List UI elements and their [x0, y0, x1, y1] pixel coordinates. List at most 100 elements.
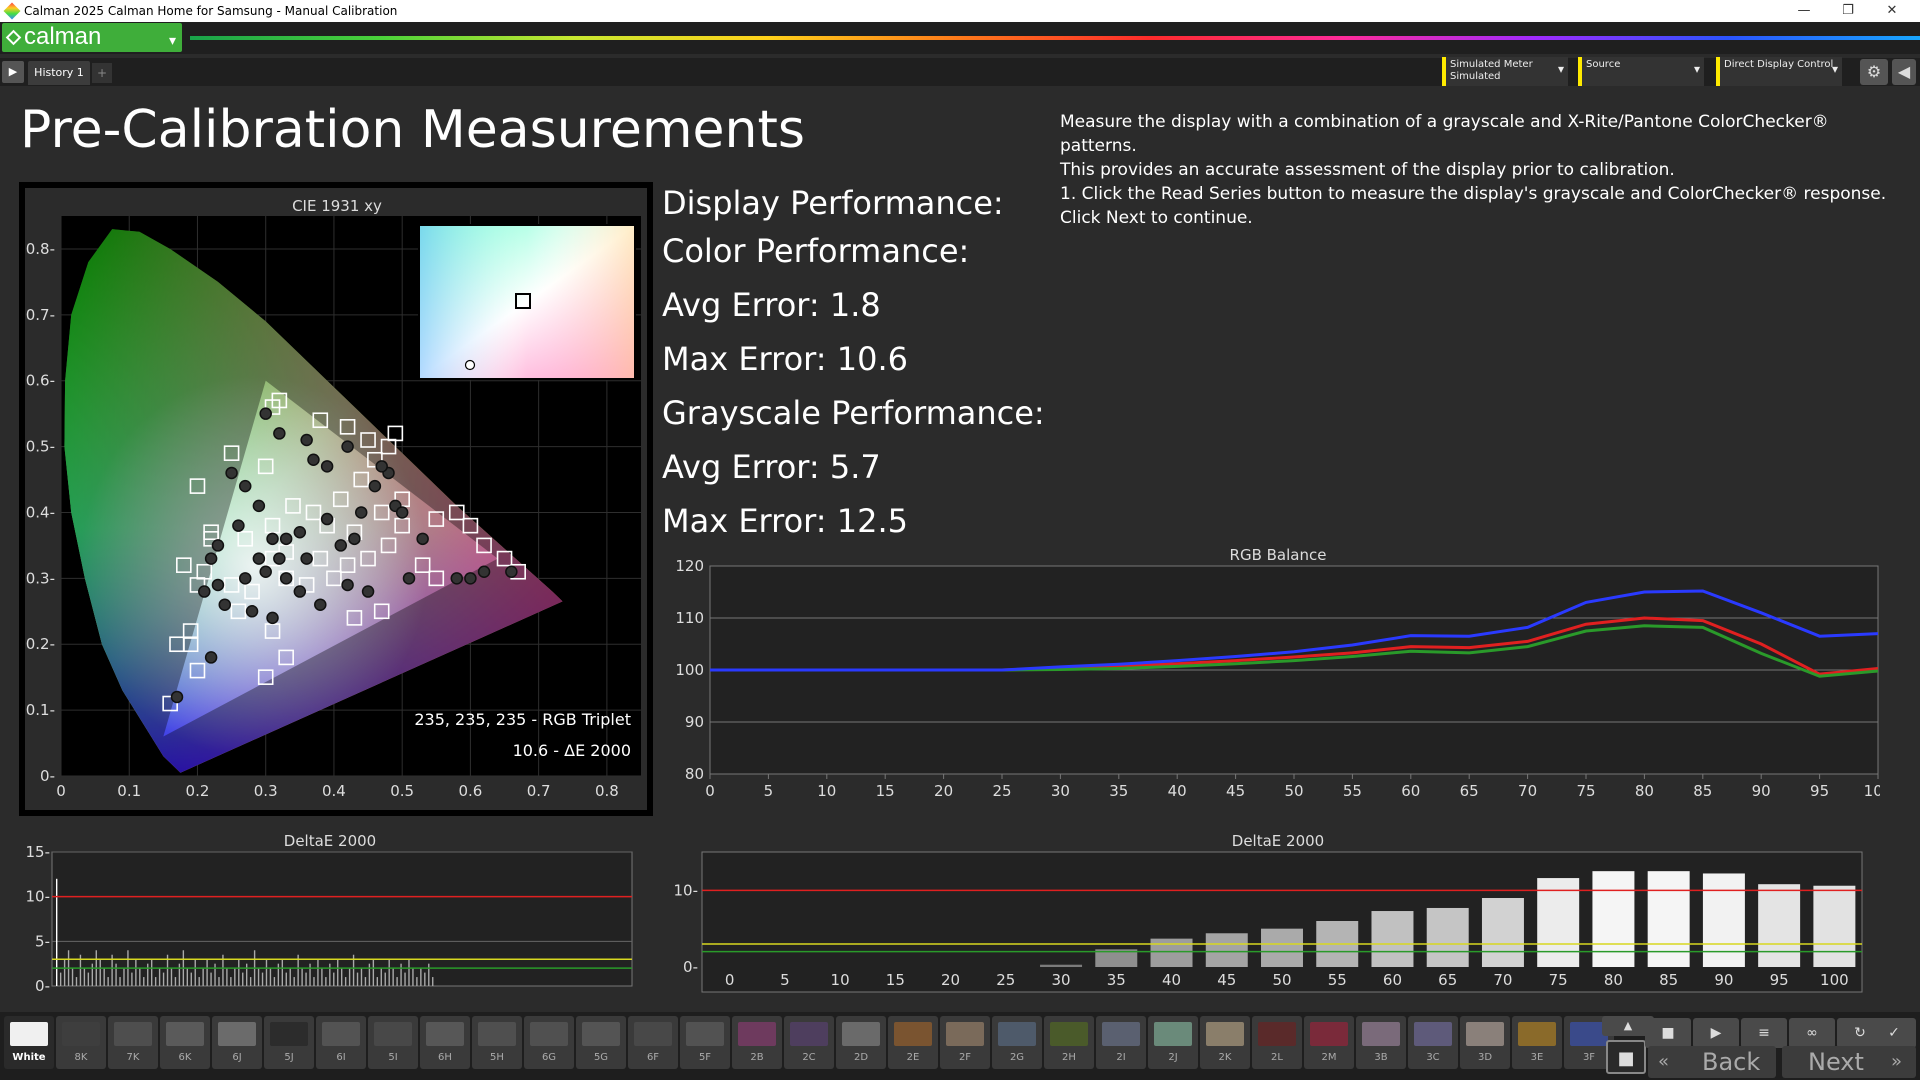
color-deltae-bar	[432, 977, 434, 986]
meter-value: Simulated	[1450, 71, 1501, 82]
swatch-chip	[166, 1022, 204, 1046]
display-control-dropdown[interactable]: Direct Display Control ▾	[1716, 57, 1842, 86]
cie-measured-marker	[245, 605, 259, 618]
swatch-3d[interactable]: 3D	[1460, 1016, 1510, 1069]
cie-y-tick: 0.1-	[26, 701, 55, 719]
swatch-5g[interactable]: 5G	[576, 1016, 626, 1069]
color-deltae-bar	[249, 977, 252, 986]
swatch-2d[interactable]: 2D	[836, 1016, 886, 1069]
color-deltae-bar	[376, 977, 379, 986]
swatch-6i[interactable]: 6I	[316, 1016, 366, 1069]
swatch-label: 6K	[178, 1052, 192, 1063]
gear-icon[interactable]: ⚙	[1860, 59, 1888, 85]
color-deltae-bar	[178, 963, 181, 986]
swatch-7k[interactable]: 7K	[108, 1016, 158, 1069]
continuous-read-icon[interactable]: ∞	[1789, 1018, 1835, 1048]
gray-deltae-x-tick: 20	[941, 971, 960, 989]
gray-deltae-bar	[1481, 898, 1524, 967]
swatch-3c[interactable]: 3C	[1408, 1016, 1458, 1069]
swatch-2c[interactable]: 2C	[784, 1016, 834, 1069]
swatch-2f[interactable]: 2F	[940, 1016, 990, 1069]
swatch-2m[interactable]: 2M	[1304, 1016, 1354, 1069]
check-icon[interactable]: ✓	[1872, 1018, 1916, 1048]
add-tab-button[interactable]: +	[92, 63, 112, 83]
next-label: Next	[1808, 1048, 1864, 1076]
swatch-label: 2K	[1218, 1052, 1232, 1063]
tab-history[interactable]: History 1	[28, 61, 90, 85]
swatch-label: 6H	[438, 1052, 452, 1063]
minimize-icon[interactable]: —	[1784, 0, 1824, 22]
color-deltae-bar	[103, 968, 105, 986]
back-button[interactable]: « Back	[1648, 1046, 1776, 1078]
read-series-icon[interactable]: ≡	[1741, 1018, 1787, 1048]
swatch-2k[interactable]: 2K	[1200, 1016, 1250, 1069]
swatch-label: 6J	[232, 1052, 242, 1063]
gray-deltae-x-tick: 90	[1714, 971, 1733, 989]
rgb-x-tick: 25	[992, 782, 1011, 800]
swatch-2e[interactable]: 2E	[888, 1016, 938, 1069]
cie-measured-marker	[293, 525, 307, 539]
swatch-3e[interactable]: 3E	[1512, 1016, 1562, 1069]
next-button[interactable]: Next »	[1782, 1046, 1916, 1078]
calman-menu-button[interactable]: calman ▾	[2, 23, 182, 52]
rgb-x-tick: 35	[1109, 782, 1128, 800]
swatch-chip	[114, 1022, 152, 1046]
rgb-y-tick: 80	[685, 765, 704, 783]
swatch-5f[interactable]: 5F	[680, 1016, 730, 1069]
swatch-white[interactable]: White	[4, 1016, 54, 1069]
color-deltae-bar	[396, 977, 398, 986]
color-deltae-bar	[56, 878, 58, 986]
swatch-8k[interactable]: 8K	[56, 1016, 106, 1069]
swatch-6g[interactable]: 6G	[524, 1016, 574, 1069]
cie-y-tick: 0-	[40, 767, 55, 785]
gray-deltae-x-tick: 50	[1272, 971, 1291, 989]
play-icon[interactable]: ▶	[2, 61, 24, 83]
meter-dropdown[interactable]: Simulated Meter Simulated ▾	[1442, 57, 1568, 86]
chevron-down-icon: ▾	[1557, 62, 1564, 76]
chevrons-left-icon: «	[1658, 1051, 1670, 1072]
swatch-6k[interactable]: 6K	[160, 1016, 210, 1069]
color-deltae-bar	[206, 959, 208, 986]
swatch-2l[interactable]: 2L	[1252, 1016, 1302, 1069]
swatch-6j[interactable]: 6J	[212, 1016, 262, 1069]
swatch-5j[interactable]: 5J	[264, 1016, 314, 1069]
swatch-6f[interactable]: 6F	[628, 1016, 678, 1069]
swatch-2h[interactable]: 2H	[1044, 1016, 1094, 1069]
rgb-x-tick: 20	[934, 782, 953, 800]
color-deltae-bar	[246, 963, 248, 986]
color-deltae-bar	[289, 968, 291, 986]
swatch-2g[interactable]: 2G	[992, 1016, 1042, 1069]
swatch-2b[interactable]: 2B	[732, 1016, 782, 1069]
cie-measured-marker	[361, 585, 375, 598]
close-icon[interactable]: ✕	[1872, 0, 1912, 22]
collapse-panel-icon[interactable]: ◀	[1892, 59, 1916, 85]
source-dropdown[interactable]: Source ▾	[1578, 57, 1704, 86]
color-deltae-bar	[285, 972, 287, 986]
swatch-label: 2G	[1009, 1052, 1025, 1063]
stop-read-icon[interactable]: ■	[1645, 1018, 1691, 1048]
swatch-6h[interactable]: 6H	[420, 1016, 470, 1069]
swatch-5i[interactable]: 5I	[368, 1016, 418, 1069]
rgb-x-tick: 30	[1051, 782, 1070, 800]
color-deltae-y-tick: 0-	[35, 977, 50, 994]
swatch-2j[interactable]: 2J	[1148, 1016, 1198, 1069]
color-deltae-bar	[218, 977, 220, 986]
swatch-chip	[1310, 1022, 1348, 1046]
maximize-icon[interactable]: ❐	[1828, 0, 1868, 22]
rgb-x-tick: 50	[1284, 782, 1303, 800]
swatch-3b[interactable]: 3B	[1356, 1016, 1406, 1069]
swatch-5h[interactable]: 5H	[472, 1016, 522, 1069]
swatch-2i[interactable]: 2I	[1096, 1016, 1146, 1069]
rainbow-strip	[190, 36, 1920, 40]
play-read-icon[interactable]: ▶	[1693, 1018, 1739, 1048]
cie-measured-marker	[375, 460, 388, 473]
back-label: Back	[1702, 1048, 1761, 1076]
color-deltae-bar	[238, 959, 240, 986]
swatch-chip	[374, 1022, 412, 1046]
gray-deltae-bar	[1813, 885, 1856, 967]
gray-deltae-bar	[1647, 871, 1690, 967]
stop-icon[interactable]: ■	[1606, 1040, 1646, 1074]
gray-deltae-x-tick: 100	[1820, 971, 1849, 989]
swatch-label: 2C	[802, 1052, 816, 1063]
gray-deltae-x-tick: 40	[1162, 971, 1181, 989]
